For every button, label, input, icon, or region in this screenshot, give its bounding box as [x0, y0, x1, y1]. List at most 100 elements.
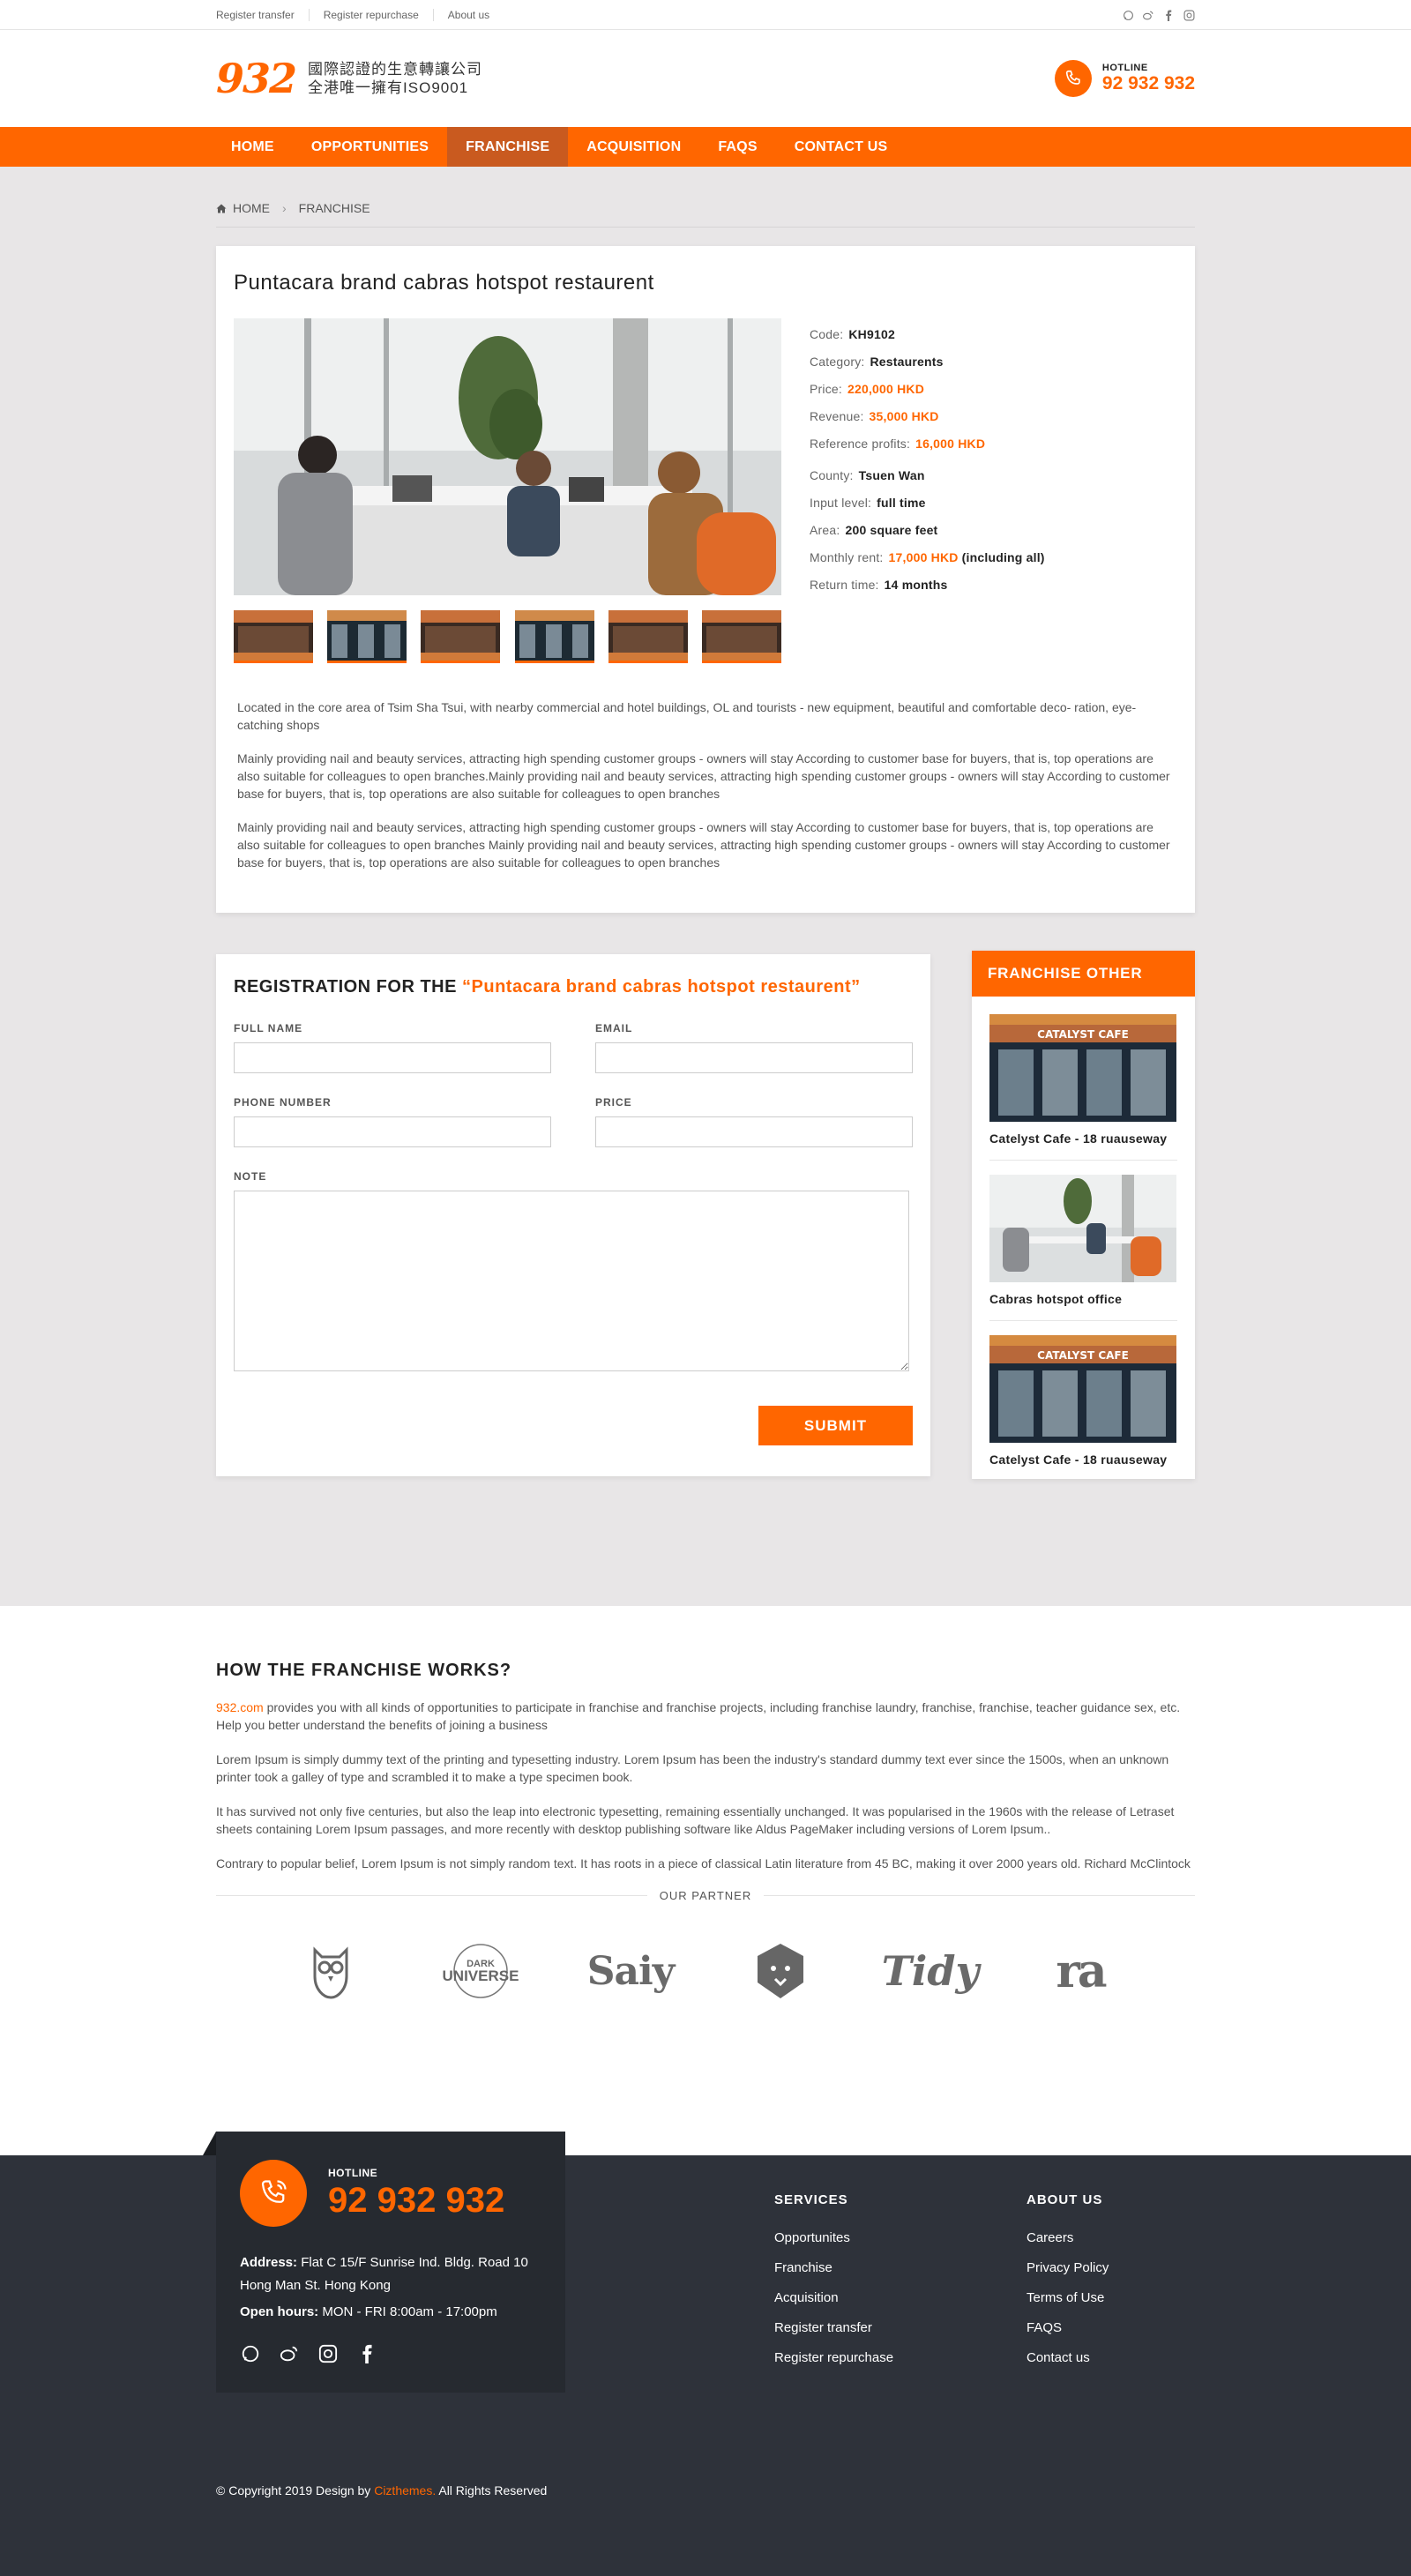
logo-tagline-line2: 全港唯一擁有ISO9001: [308, 79, 469, 96]
ra-logo[interactable]: ra: [1019, 1936, 1142, 2006]
price-input[interactable]: [595, 1116, 913, 1147]
top-links: Register transfer Register repurchase Ab…: [216, 9, 504, 21]
whatsapp-icon[interactable]: [240, 2343, 261, 2364]
saiy-logo[interactable]: Saiy: [569, 1936, 692, 2006]
submit-button[interactable]: SUBMIT: [758, 1406, 913, 1445]
sidebar-item-caption[interactable]: Cabras hotspot office: [989, 1292, 1177, 1306]
footer-link[interactable]: Opportunites: [774, 2230, 893, 2245]
weibo-icon[interactable]: [1142, 9, 1154, 21]
footer-social: [240, 2343, 541, 2364]
thumbnail-6[interactable]: [701, 610, 781, 663]
note-label: NOTE: [234, 1170, 267, 1183]
register-transfer-link[interactable]: Register transfer: [216, 9, 309, 21]
spec-monthly-rent: Monthly rent: 17,000 HKD (including all): [810, 550, 1045, 564]
dark-universe-logo[interactable]: DARK UNIVERSE: [419, 1936, 542, 2006]
facebook-icon[interactable]: [356, 2343, 377, 2364]
partner-heading: OUR PARTNER: [216, 1889, 1195, 1902]
phone-label: PHONE NUMBER: [234, 1096, 332, 1109]
spec-category: Category: Restaurents: [810, 355, 944, 369]
owl-logo-icon[interactable]: [269, 1936, 392, 2006]
note-textarea[interactable]: [234, 1191, 909, 1371]
footer-link[interactable]: Acquisition: [774, 2290, 893, 2305]
spec-code: Code: KH9102: [810, 327, 895, 341]
nav-franchise[interactable]: FRANCHISE: [447, 127, 569, 167]
home-icon: [216, 204, 227, 213]
about-us-link[interactable]: About us: [432, 9, 504, 21]
photo-gallery: [234, 318, 781, 663]
weibo-icon[interactable]: [279, 2343, 300, 2364]
thumbnail-2[interactable]: [327, 610, 407, 663]
phone-icon: [1054, 60, 1092, 97]
sidebar-item[interactable]: CATALYST CAFE Catelyst Cafe - 18 ruausew…: [989, 1014, 1177, 1161]
tidy-logo[interactable]: Tidy: [869, 1936, 992, 2006]
footer-hotline-label: HOTLINE: [328, 2166, 378, 2179]
instagram-icon[interactable]: [317, 2343, 339, 2364]
breadcrumb-home[interactable]: HOME: [233, 201, 270, 215]
desc-paragraph: Mainly providing nail and beauty service…: [237, 751, 1170, 801]
spec-price: Price: 220,000 HKD: [810, 382, 925, 396]
footer-box-corner: [203, 2132, 216, 2155]
hotline-number: 92 932 932: [1101, 73, 1195, 93]
sidebar-item-image[interactable]: [989, 1175, 1176, 1282]
footer-link[interactable]: Careers: [1027, 2230, 1109, 2245]
whatsapp-icon[interactable]: [1122, 9, 1134, 21]
franchise-other-sidebar: FRANCHISE OTHER CATALYST CAFE Catelyst C…: [972, 951, 1195, 1479]
thumbnail-3[interactable]: [421, 610, 501, 663]
site-link[interactable]: 932.com: [216, 1700, 264, 1714]
footer-link[interactable]: Franchise: [774, 2260, 893, 2275]
footer-about: ABOUT US Careers Privacy Policy Terms of…: [1027, 2192, 1109, 2380]
how-paragraph: 932.com provides you with all kinds of o…: [216, 1700, 1181, 1732]
sidebar-item-caption[interactable]: Catelyst Cafe - 18 ruauseway: [989, 1452, 1177, 1467]
spec-county: County: Tsuen Wan: [810, 468, 925, 482]
sidebar-item-caption[interactable]: Catelyst Cafe - 18 ruauseway: [989, 1131, 1177, 1146]
phone-icon[interactable]: [240, 2160, 307, 2227]
sidebar-item-image[interactable]: CATALYST CAFE: [989, 1014, 1176, 1122]
breadcrumb: HOME › FRANCHISE: [216, 201, 1195, 228]
how-section: HOW THE FRANCHISE WORKS? 932.com provide…: [0, 1606, 1411, 2006]
services-title: SERVICES: [774, 2192, 848, 2207]
email-input[interactable]: [595, 1042, 913, 1073]
designer-link[interactable]: Cizthemes.: [374, 2483, 436, 2498]
price-label: PRICE: [595, 1096, 632, 1109]
register-repurchase-link[interactable]: Register repurchase: [308, 9, 433, 21]
full-name-input[interactable]: [234, 1042, 551, 1073]
partner-logos: DARK UNIVERSE Saiy Tidy ra: [216, 1902, 1195, 2006]
facebook-icon[interactable]: [1162, 9, 1175, 21]
phone-input[interactable]: [234, 1116, 551, 1147]
sidebar-item-image[interactable]: CATALYST CAFE: [989, 1335, 1176, 1443]
sidebar-item[interactable]: CATALYST CAFE Catelyst Cafe - 18 ruausew…: [989, 1335, 1177, 1481]
footer-address: Address: Flat C 15/F Sunrise Ind. Bldg. …: [240, 2255, 528, 2293]
footer-link[interactable]: Contact us: [1027, 2350, 1109, 2365]
nav-acquisition[interactable]: ACQUISITION: [568, 127, 699, 167]
thumbnail-5[interactable]: [608, 610, 688, 663]
nav-contact-us[interactable]: CONTACT US: [776, 127, 907, 167]
spec-area: Area: 200 square feet: [810, 523, 938, 537]
email-label: EMAIL: [595, 1022, 633, 1034]
header-hotline[interactable]: HOTLINE 92 932 932: [1054, 60, 1195, 97]
footer-link[interactable]: Privacy Policy: [1027, 2260, 1109, 2275]
instagram-icon[interactable]: [1183, 9, 1195, 21]
desc-paragraph: Mainly providing nail and beauty service…: [237, 820, 1170, 870]
footer-link[interactable]: FAQS: [1027, 2320, 1109, 2335]
footer-link[interactable]: Register repurchase: [774, 2350, 893, 2365]
full-name-label: FULL NAME: [234, 1022, 303, 1034]
nav-faqs[interactable]: FAQS: [699, 127, 775, 167]
nav-home[interactable]: HOME: [216, 127, 293, 167]
logo-tagline-line1: 國際認證的生意轉讓公司: [308, 61, 483, 78]
spec-return-time: Return time: 14 months: [810, 578, 948, 592]
thumbnail-1[interactable]: [234, 610, 313, 663]
nav-opportunities[interactable]: OPPORTUNITIES: [293, 127, 447, 167]
lion-logo-icon[interactable]: [719, 1936, 842, 2006]
about-title: ABOUT US: [1027, 2192, 1103, 2207]
sidebar-title: FRANCHISE OTHER: [972, 951, 1195, 997]
thumbnail-4[interactable]: [514, 610, 594, 663]
footer-link[interactable]: Register transfer: [774, 2320, 893, 2335]
footer-link[interactable]: Terms of Use: [1027, 2290, 1109, 2305]
breadcrumb-current: FRANCHISE: [298, 201, 370, 215]
main-photo[interactable]: [234, 318, 781, 595]
sidebar-item[interactable]: Cabras hotspot office: [989, 1175, 1177, 1321]
svg-text:UNIVERSE: UNIVERSE: [443, 1967, 519, 1984]
how-paragraph: Contrary to popular belief, Lorem Ipsum …: [216, 1856, 1191, 1870]
logo[interactable]: 932 國際認證的生意轉讓公司 全港唯一擁有ISO9001: [216, 55, 482, 102]
how-paragraph: It has survived not only five centuries,…: [216, 1804, 1175, 1836]
